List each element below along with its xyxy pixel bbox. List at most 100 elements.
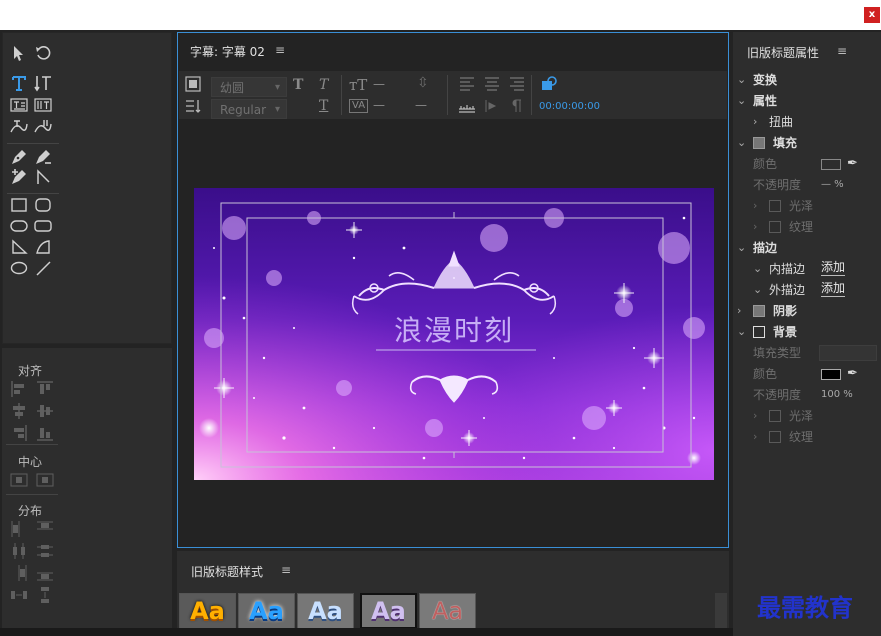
panel-menu-icon[interactable]: ≡ bbox=[837, 44, 847, 58]
bold-icon[interactable]: T bbox=[293, 77, 303, 93]
panel-menu-icon[interactable]: ≡ bbox=[275, 43, 285, 57]
rectangle-tool-icon[interactable] bbox=[9, 195, 29, 215]
distribute-top-icon[interactable] bbox=[36, 520, 54, 538]
wedge-tool-icon[interactable] bbox=[9, 237, 29, 257]
title-text[interactable]: 浪漫时刻 bbox=[394, 314, 514, 347]
fill-texture-row[interactable]: › 纹理 bbox=[733, 217, 881, 237]
background-checkbox[interactable] bbox=[753, 326, 765, 338]
styles-scrollbar[interactable] bbox=[715, 593, 727, 629]
fill-type-select[interactable] bbox=[819, 345, 877, 361]
transform-section[interactable]: ⌄ 变换 bbox=[733, 70, 881, 90]
font-family-select[interactable]: 幼圆 ▾ bbox=[211, 77, 287, 97]
title-canvas[interactable]: 浪漫时刻 bbox=[194, 188, 714, 480]
align-text-left-icon[interactable] bbox=[457, 74, 477, 94]
font-size-icon[interactable]: ᴛT bbox=[349, 76, 367, 94]
template-icon[interactable] bbox=[482, 96, 502, 116]
show-background-video-icon[interactable] bbox=[539, 74, 559, 94]
leading-value[interactable]: — bbox=[415, 98, 427, 112]
kerning-value[interactable]: — bbox=[373, 98, 385, 112]
font-style-select[interactable]: Regular ▾ bbox=[211, 99, 287, 119]
align-text-center-icon[interactable] bbox=[482, 74, 502, 94]
outer-stroke-row[interactable]: ⌄ 外描边 添加 bbox=[733, 280, 881, 300]
tab-stops-icon[interactable] bbox=[183, 96, 203, 116]
clipped-corner-rectangle-tool-icon[interactable] bbox=[9, 216, 29, 236]
add-outer-stroke-link[interactable]: 添加 bbox=[821, 280, 846, 297]
tab-title-designer[interactable]: 字幕: 字幕 02 bbox=[190, 43, 265, 60]
distribute-center-vertical-icon[interactable] bbox=[36, 542, 54, 560]
sheen-checkbox[interactable] bbox=[769, 200, 781, 212]
timecode-display[interactable]: 00:00:00:00 bbox=[539, 101, 600, 112]
leading-icon[interactable]: ⇳ bbox=[417, 75, 429, 91]
align-top-icon[interactable] bbox=[36, 380, 54, 398]
area-type-tool-icon[interactable] bbox=[9, 95, 29, 115]
close-button[interactable]: x bbox=[864, 7, 880, 23]
ellipse-tool-icon[interactable] bbox=[9, 258, 29, 278]
fill-sheen-row[interactable]: › 光泽 bbox=[733, 196, 881, 216]
tab-title-styles[interactable]: 旧版标题样式 bbox=[191, 563, 263, 580]
shadow-checkbox[interactable] bbox=[753, 305, 765, 317]
distribute-center-horizontal-icon[interactable] bbox=[10, 542, 28, 560]
delete-anchor-point-tool-icon[interactable] bbox=[33, 147, 53, 167]
add-anchor-point-tool-icon[interactable] bbox=[9, 167, 29, 187]
eyedropper-icon[interactable]: ✒ bbox=[847, 364, 858, 384]
distribute-bottom-icon[interactable] bbox=[36, 564, 54, 582]
style-swatch-blue[interactable]: Aa bbox=[238, 593, 295, 629]
bg-texture-row[interactable]: › 纹理 bbox=[733, 427, 881, 447]
roll-crawl-options-icon[interactable] bbox=[183, 74, 203, 94]
align-center-horizontal-icon[interactable] bbox=[10, 402, 28, 420]
vertical-area-type-tool-icon[interactable] bbox=[33, 95, 53, 115]
arc-tool-icon[interactable] bbox=[33, 237, 53, 257]
font-size-value[interactable]: — bbox=[373, 77, 385, 91]
eyedropper-icon[interactable]: ✒ bbox=[847, 154, 858, 174]
background-section[interactable]: ⌄ 背景 bbox=[733, 322, 881, 342]
kerning-icon[interactable]: VA bbox=[349, 99, 369, 113]
align-right-icon[interactable] bbox=[10, 424, 28, 442]
line-tool-icon[interactable] bbox=[33, 258, 53, 278]
rounded-rectangle-tool-icon[interactable] bbox=[33, 195, 53, 215]
shadow-section[interactable]: › 阴影 bbox=[733, 301, 881, 321]
strokes-section[interactable]: ⌄ 描边 bbox=[733, 238, 881, 258]
style-swatch-red-outline[interactable]: Aa bbox=[419, 593, 476, 629]
bg-texture-checkbox[interactable] bbox=[769, 431, 781, 443]
style-swatch-chrome-blue[interactable]: Aa bbox=[297, 593, 354, 629]
panel-menu-icon[interactable]: ≡ bbox=[281, 563, 291, 577]
type-tool-icon[interactable] bbox=[9, 73, 29, 93]
selection-tool-icon[interactable] bbox=[9, 43, 29, 63]
bg-opacity-value[interactable]: 100 % bbox=[821, 385, 853, 405]
properties-section[interactable]: ⌄ 属性 bbox=[733, 91, 881, 111]
distribute-horizontal-spacing-icon[interactable] bbox=[10, 586, 28, 604]
add-inner-stroke-link[interactable]: 添加 bbox=[821, 259, 846, 276]
align-center-vertical-icon[interactable] bbox=[36, 402, 54, 420]
align-bottom-icon[interactable] bbox=[36, 424, 54, 442]
tab-ruler-icon[interactable] bbox=[457, 96, 477, 116]
vertical-type-tool-icon[interactable] bbox=[33, 73, 53, 93]
fill-color-swatch[interactable] bbox=[821, 159, 841, 170]
rotation-tool-icon[interactable] bbox=[33, 43, 53, 63]
bg-sheen-checkbox[interactable] bbox=[769, 410, 781, 422]
inner-stroke-row[interactable]: ⌄ 内描边 添加 bbox=[733, 259, 881, 279]
center-vertical-icon[interactable] bbox=[36, 471, 54, 489]
distribute-left-icon[interactable] bbox=[10, 520, 28, 538]
convert-anchor-point-tool-icon[interactable] bbox=[33, 167, 53, 187]
align-left-icon[interactable] bbox=[10, 380, 28, 398]
fill-section[interactable]: ⌄ 填充 bbox=[733, 133, 881, 153]
rounded-corner-rectangle-tool-icon[interactable] bbox=[33, 216, 53, 236]
fill-opacity-value[interactable]: — % bbox=[821, 175, 844, 195]
center-horizontal-icon[interactable] bbox=[10, 471, 28, 489]
pen-tool-icon[interactable] bbox=[9, 147, 29, 167]
properties-panel-title[interactable]: 旧版标题属性 bbox=[747, 44, 819, 61]
distort-section[interactable]: › 扭曲 bbox=[733, 112, 881, 132]
underline-icon[interactable]: T bbox=[319, 98, 328, 114]
bg-color-swatch[interactable] bbox=[821, 369, 841, 380]
style-swatch-gold[interactable]: Aa bbox=[179, 593, 236, 629]
paragraph-icon[interactable] bbox=[507, 96, 527, 116]
bg-sheen-row[interactable]: › 光泽 bbox=[733, 406, 881, 426]
style-swatch-lavender[interactable]: Aa bbox=[360, 593, 417, 629]
align-text-right-icon[interactable] bbox=[507, 74, 527, 94]
distribute-right-icon[interactable] bbox=[10, 564, 28, 582]
vertical-path-type-tool-icon[interactable] bbox=[33, 117, 53, 137]
texture-checkbox[interactable] bbox=[769, 221, 781, 233]
italic-icon[interactable]: T bbox=[319, 77, 328, 93]
distribute-vertical-spacing-icon[interactable] bbox=[36, 586, 54, 604]
fill-checkbox[interactable] bbox=[753, 137, 765, 149]
